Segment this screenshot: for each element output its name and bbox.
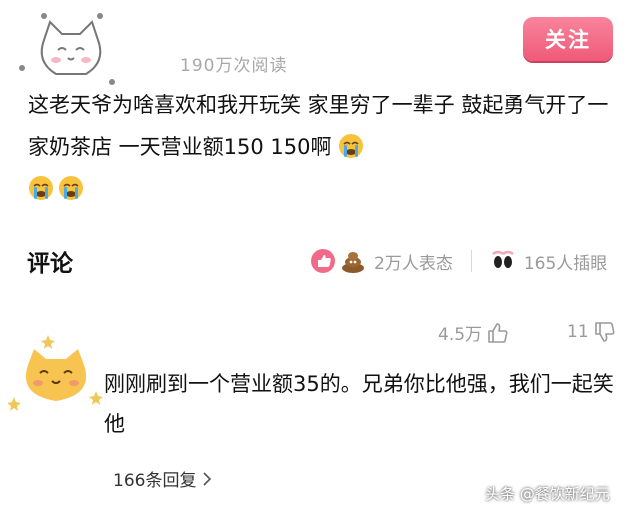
eyes-icon (492, 250, 514, 268)
comments-heading: 评论 (27, 251, 73, 277)
watermark: 头条 @餐饮新纪元 (485, 485, 610, 503)
poop-reaction-icon (342, 252, 364, 273)
like-reaction-icon (311, 249, 335, 273)
crying-face-icon (339, 134, 364, 158)
comment-body: 刚刚刷到一个营业额35的。兄弟你比他强，我们一起笑他 (104, 372, 614, 436)
crying-face-icon (59, 176, 83, 200)
like-count: 4.5万 (438, 325, 483, 345)
follow-button[interactable]: 关注 (523, 17, 613, 61)
thumbs-up-icon (488, 322, 508, 343)
thumbs-down-icon (594, 322, 615, 342)
chevron-right-icon (203, 471, 212, 486)
divider (470, 250, 472, 272)
reply-count: 166条回复 (113, 471, 197, 491)
like-button[interactable]: 4.5万 (438, 320, 510, 345)
view-count: 190万次阅读 (180, 56, 288, 76)
post-text: 这老天爷为啥喜欢和我开玩笑 家里穷了一辈子 鼓起勇气开了一家奶茶店 一天营业额1… (28, 84, 618, 210)
cat-avatar-icon[interactable] (14, 10, 126, 90)
reactions-bar[interactable]: 2万人表态 165人插眼 (310, 246, 607, 276)
reactions-count: 2万人表态 (374, 253, 453, 274)
crying-face-icon (29, 176, 53, 200)
watch-count: 165人插眼 (523, 253, 608, 274)
view-replies-link[interactable]: 166条回复 (113, 466, 212, 491)
cat-avatar-icon[interactable] (8, 335, 104, 415)
dislike-button[interactable]: 11 (567, 320, 617, 344)
post-body: 这老天爷为啥喜欢和我开玩笑 家里穷了一辈子 鼓起勇气开了一家奶茶店 一天营业额1… (28, 93, 609, 159)
dislike-count: 11 (567, 322, 589, 342)
